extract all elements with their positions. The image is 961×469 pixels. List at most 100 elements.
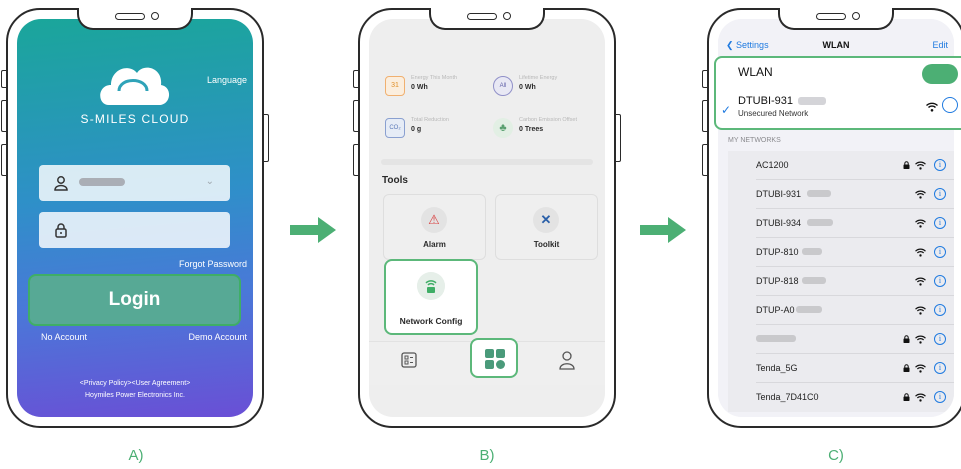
info-icon[interactable]: i [934, 333, 946, 345]
stat-label: Lifetime Energy [519, 75, 558, 81]
login-button[interactable]: Login [28, 274, 241, 326]
stat-value: 0 g [411, 126, 422, 133]
redacted-name [801, 248, 822, 255]
lock-icon [903, 161, 910, 169]
phone-side-button [353, 144, 358, 176]
current-network-status: Unsecured Network [738, 109, 809, 118]
info-icon[interactable]: i [934, 362, 946, 374]
redacted-name [807, 190, 832, 197]
all-icon: All [493, 76, 513, 96]
phone-login: Language S-MILES CLOUD ⌄ Forgot Password… [1, 8, 269, 428]
chevron-down-icon[interactable]: ⌄ [206, 176, 214, 187]
alarm-icon: ⚠ [421, 207, 447, 233]
wlan-label: WLAN [738, 65, 773, 79]
phone-notch [77, 8, 193, 30]
router-icon [417, 272, 445, 300]
phone-side-button [616, 114, 621, 162]
info-icon[interactable]: i [934, 159, 946, 171]
phone-side-button [1, 100, 6, 132]
username-field[interactable]: ⌄ [39, 165, 230, 201]
tools-heading: Tools [382, 175, 408, 186]
forgot-password-link[interactable]: Forgot Password [179, 259, 247, 269]
info-icon[interactable]: i [934, 304, 946, 316]
network-name: DTUBI-934 [756, 218, 802, 228]
user-icon [54, 176, 68, 191]
tool-toolkit[interactable]: ✕ Toolkit [495, 194, 598, 260]
network-name: Tenda_5G [756, 363, 798, 373]
wifi-icon [915, 335, 926, 344]
redacted-name [796, 306, 823, 313]
wifi-icon [915, 393, 926, 402]
network-row[interactable]: DTUP-818 i [756, 267, 954, 296]
phone-side-button [702, 100, 707, 132]
phone-side-button [353, 70, 358, 88]
redacted-name [801, 277, 826, 284]
wifi-icon [915, 306, 926, 315]
network-row[interactable]: DTUBI-931 i [756, 180, 954, 209]
tree-icon: ♣ [493, 118, 513, 138]
cloud-logo-icon [100, 67, 170, 105]
network-row[interactable]: DTUP-A0 i [756, 296, 954, 325]
language-link[interactable]: Language [207, 75, 247, 85]
wifi-icon [915, 190, 926, 199]
stat-value: 0 Wh [411, 84, 428, 91]
calendar-icon: 31 [385, 76, 405, 96]
edit-button[interactable]: Edit [932, 40, 948, 50]
tab-overview-icon[interactable] [401, 352, 417, 368]
company-name: Hoymiles Power Electronics Inc. [85, 392, 185, 399]
wlan-toggle[interactable] [922, 64, 958, 84]
wifi-icon [915, 248, 926, 257]
stat-value: 0 Wh [519, 84, 536, 91]
wifi-icon [915, 219, 926, 228]
stat-label: Carbon Emission Offset [519, 117, 577, 123]
stat-value: 0 Trees [519, 126, 544, 133]
stat-label: Total Reduction [411, 117, 449, 123]
caption-a: A) [128, 447, 144, 464]
wlan-screen: ❮ Settings WLAN Edit MY NETWORKS AC1200 i… [714, 19, 961, 417]
privacy-links[interactable]: <Privacy Policy><User Agreement> [17, 380, 253, 387]
info-icon[interactable] [942, 97, 958, 113]
wifi-icon [915, 161, 926, 170]
network-name: DTUP-A0 [756, 305, 795, 315]
network-name: DTUP-818 [756, 276, 799, 286]
arrow-right-icon [640, 217, 686, 243]
tool-label: Network Config [399, 316, 463, 326]
phone-notch [429, 8, 545, 30]
phone-side-button [702, 144, 707, 176]
tool-label: Toolkit [533, 240, 560, 249]
no-account-link[interactable]: No Account [41, 332, 87, 342]
phone-side-button [1, 70, 6, 88]
current-network-name[interactable]: DTUBI-931 [738, 95, 793, 107]
wlan-highlight-box: WLAN ✓ DTUBI-931 Unsecured Network [714, 56, 961, 130]
network-name: Tenda_7D41C0 [756, 392, 819, 402]
redacted-suffix [798, 97, 826, 105]
info-icon[interactable]: i [934, 391, 946, 403]
network-row[interactable]: Tenda_5G i [756, 354, 954, 383]
stat-carbon-offset: ♣ Carbon Emission Offset 0 Trees [493, 115, 603, 143]
toolkit-icon: ✕ [533, 207, 559, 233]
info-icon[interactable]: i [934, 275, 946, 287]
info-icon[interactable]: i [934, 217, 946, 229]
redacted-name [807, 219, 834, 226]
network-row[interactable]: Tenda_7D41C0 i [756, 383, 954, 412]
tool-network-config[interactable]: Network Config [384, 259, 478, 335]
wifi-icon [926, 102, 938, 112]
demo-account-link[interactable]: Demo Account [188, 332, 247, 342]
tool-label: Alarm [423, 240, 446, 249]
tab-tools-active[interactable] [470, 338, 518, 378]
info-icon[interactable]: i [934, 246, 946, 258]
caption-c: C) [828, 447, 844, 464]
tab-profile-icon[interactable] [559, 350, 575, 370]
network-row[interactable]: AC1200 i [756, 151, 954, 180]
lock-icon [903, 393, 910, 401]
info-icon[interactable]: i [934, 188, 946, 200]
stat-energy-month: 31 Energy This Month 0 Wh [385, 73, 495, 101]
tool-alarm[interactable]: ⚠ Alarm [383, 194, 486, 260]
network-row[interactable]: DTUP-810 i [756, 238, 954, 267]
network-name: DTUBI-931 [756, 189, 802, 199]
network-row[interactable]: DTUBI-934 i [756, 209, 954, 238]
network-row[interactable]: i [756, 325, 954, 354]
redacted-name [756, 335, 796, 342]
stat-total-reduction: CO₂ Total Reduction 0 g [385, 115, 495, 143]
password-field[interactable] [39, 212, 230, 248]
